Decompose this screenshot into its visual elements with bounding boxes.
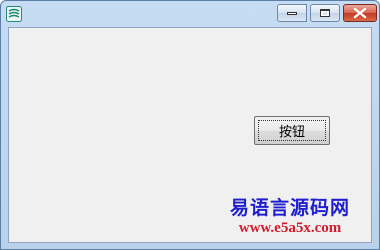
watermark-title: 易语言源码网 — [229, 197, 350, 219]
title-bar[interactable] — [1, 1, 379, 27]
maximize-icon — [320, 9, 330, 17]
push-button[interactable]: 按钮 — [254, 116, 330, 145]
close-icon — [353, 7, 367, 19]
app-icon[interactable] — [6, 6, 22, 22]
watermark: 易语言源码网 www.e5a5x.com — [205, 197, 375, 237]
watermark-url: www.e5a5x.com — [238, 220, 342, 236]
minimize-button[interactable] — [277, 4, 307, 22]
focus-rectangle — [258, 120, 326, 141]
minimize-icon — [287, 12, 297, 15]
maximize-button[interactable] — [310, 4, 340, 22]
close-button[interactable] — [343, 4, 377, 22]
